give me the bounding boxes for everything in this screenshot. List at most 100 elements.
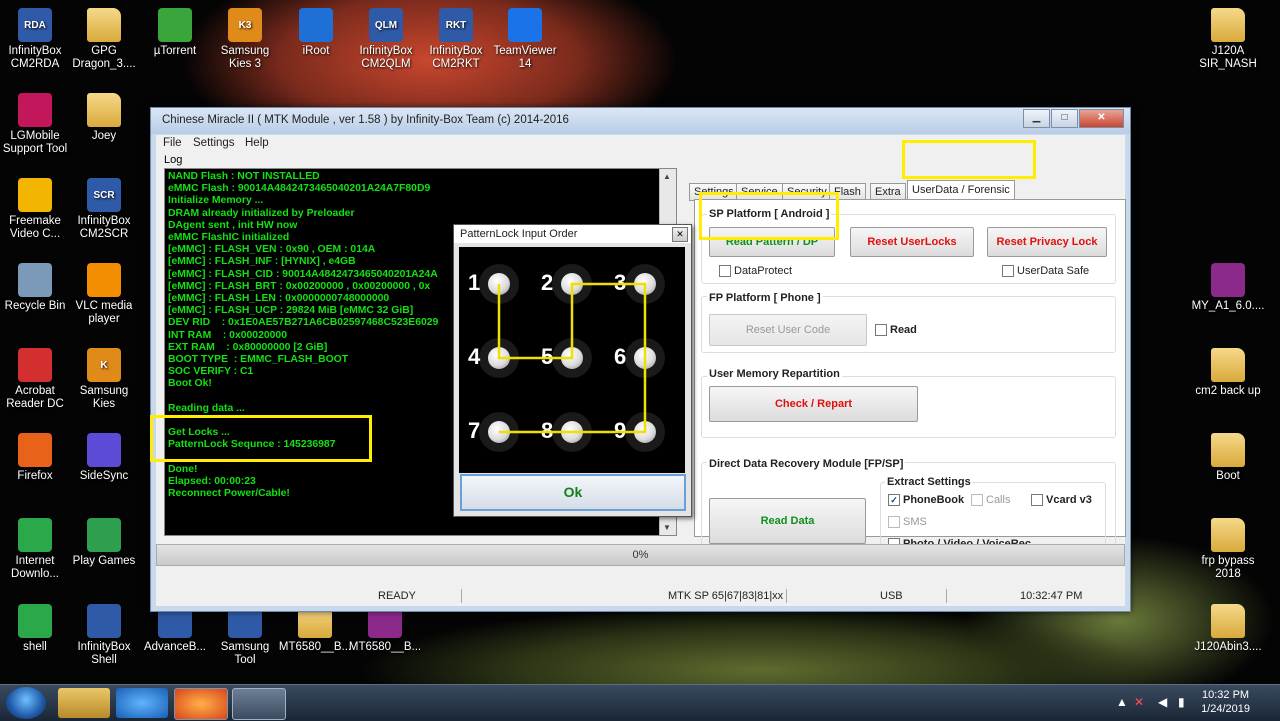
dialog-title: PatternLock Input Order bbox=[454, 225, 691, 243]
log-label: Log bbox=[164, 154, 183, 166]
desktop-icon-label: Freemake Video C... bbox=[9, 215, 61, 240]
tab-userdata-forensic[interactable]: UserData / Forensic bbox=[907, 180, 1015, 201]
desktop-icon[interactable]: shell bbox=[0, 604, 73, 654]
desktop-icon[interactable]: Play Games bbox=[66, 518, 142, 568]
scroll-down-icon[interactable]: ▼ bbox=[663, 523, 671, 532]
title-bar[interactable]: Chinese Miracle II ( MTK Module , ver 1.… bbox=[151, 108, 1130, 134]
desktop-icon[interactable]: SideSync bbox=[66, 433, 142, 483]
log-line: [eMMC] : FLASH_INF : [HYNIX] , e4GB bbox=[168, 256, 356, 268]
desktop-icon[interactable]: Samsung Tool bbox=[207, 604, 283, 667]
vcard-checkbox[interactable]: Vcard v3 bbox=[1031, 494, 1092, 506]
desktop-icon-label: Acrobat Reader DC bbox=[6, 385, 64, 410]
dataprotect-label: DataProtect bbox=[734, 265, 793, 277]
desktop-icon[interactable]: frp bypass 2018 bbox=[1190, 518, 1266, 581]
userdata-safe-checkbox[interactable]: UserData Safe bbox=[1002, 265, 1089, 277]
desktop-icon[interactable]: µTorrent bbox=[137, 8, 213, 58]
desktop-icon[interactable]: J120A SIR_NASH bbox=[1190, 8, 1266, 71]
desktop-icon-label: Joey bbox=[91, 130, 117, 142]
check-repart-button[interactable]: Check / Repart bbox=[709, 386, 918, 422]
ok-button[interactable]: Ok bbox=[460, 474, 686, 511]
reset-userlocks-button[interactable]: Reset UserLocks bbox=[850, 227, 974, 257]
desktop-icon[interactable]: K3 Samsung Kies 3 bbox=[207, 8, 283, 71]
start-button[interactable] bbox=[6, 687, 46, 719]
desktop-icon[interactable]: MY_A1_6.0.... bbox=[1190, 263, 1266, 313]
highlight-log-result bbox=[150, 415, 372, 462]
desktop-icon[interactable]: LGMobile Support Tool bbox=[0, 93, 73, 156]
app-icon bbox=[158, 8, 192, 42]
app-icon bbox=[87, 263, 121, 297]
recovery-label: Direct Data Recovery Module [FP/SP] bbox=[707, 458, 906, 470]
desktop-icon-label: VLC media player bbox=[75, 300, 133, 325]
close-button[interactable]: ✕ bbox=[1079, 109, 1124, 128]
desktop-icon-label: J120A SIR_NASH bbox=[1199, 45, 1257, 70]
desktop-icon-label: Samsung Kies 3 bbox=[220, 45, 270, 70]
volume-icon[interactable]: ◀ bbox=[1158, 695, 1167, 709]
repartition-label: User Memory Repartition bbox=[707, 368, 842, 380]
desktop-icon[interactable]: QLM InfinityBox CM2QLM bbox=[348, 8, 424, 71]
desktop-icon-label: J120Abin3.... bbox=[1194, 641, 1262, 653]
desktop-icon[interactable]: iRoot bbox=[278, 8, 354, 58]
desktop-icon[interactable]: RDA InfinityBox CM2RDA bbox=[0, 8, 73, 71]
desktop-icon[interactable]: VLC media player bbox=[66, 263, 142, 326]
desktop-icon[interactable]: RKT InfinityBox CM2RKT bbox=[418, 8, 494, 71]
desktop-icon-label: SideSync bbox=[79, 470, 129, 482]
desktop-icon[interactable]: TeamViewer 14 bbox=[487, 8, 563, 71]
desktop-icon[interactable]: SCR InfinityBox CM2SCR bbox=[66, 178, 142, 241]
desktop-icon[interactable]: InfinityBox Shell bbox=[66, 604, 142, 667]
userdata-panel: SP Platform [ Android ] Read Pattern / D… bbox=[694, 199, 1126, 560]
desktop-icon-label: frp bypass 2018 bbox=[1201, 555, 1255, 580]
desktop-icon[interactable]: J120Abin3.... bbox=[1190, 604, 1266, 654]
log-line: INT RAM : 0x00020000 bbox=[168, 329, 287, 341]
dataprotect-checkbox[interactable]: DataProtect bbox=[719, 265, 792, 277]
app-icon bbox=[18, 263, 52, 297]
menu-file[interactable]: File bbox=[163, 137, 182, 149]
desktop-icon[interactable]: GPG Dragon_3.... bbox=[66, 8, 142, 71]
desktop-icon[interactable]: cm2 back up bbox=[1190, 348, 1266, 398]
sms-checkbox[interactable]: SMS bbox=[888, 516, 927, 528]
read-data-button[interactable]: Read Data bbox=[709, 498, 866, 544]
highlight-read-pattern bbox=[699, 192, 839, 240]
network-warning-icon[interactable]: ✕ bbox=[1134, 695, 1144, 709]
desktop-icon-label: Samsung Kies bbox=[79, 385, 129, 410]
desktop-icon[interactable]: Recycle Bin bbox=[0, 263, 73, 313]
desktop-icon-label: Recycle Bin bbox=[4, 300, 66, 312]
taskbar-clock[interactable]: 10:32 PM 1/24/2019 bbox=[1201, 688, 1250, 716]
calls-label: Calls bbox=[986, 494, 1011, 506]
menu-help[interactable]: Help bbox=[245, 137, 269, 149]
desktop-icon[interactable]: Firefox bbox=[0, 433, 73, 483]
desktop-icon[interactable]: Boot bbox=[1190, 433, 1266, 483]
read-checkbox[interactable]: Read bbox=[875, 324, 917, 336]
status-chip: MTK SP 65|67|83|81|xx bbox=[668, 590, 784, 602]
minimize-button[interactable]: ▁ bbox=[1023, 109, 1050, 128]
tray-arrow-icon[interactable]: ▲ bbox=[1116, 695, 1128, 709]
antivirus-icon[interactable]: ▮ bbox=[1178, 695, 1185, 709]
log-line: Done! bbox=[168, 463, 198, 475]
desktop-icon[interactable]: Joey bbox=[66, 93, 142, 143]
desktop-icon[interactable]: Freemake Video C... bbox=[0, 178, 73, 241]
desktop-icon[interactable]: Internet Downlo... bbox=[0, 518, 73, 581]
pattern-svg bbox=[497, 282, 647, 434]
desktop-icon[interactable]: K Samsung Kies bbox=[66, 348, 142, 411]
vcard-label: Vcard v3 bbox=[1046, 494, 1092, 506]
app-icon bbox=[1211, 348, 1245, 382]
reset-privacy-lock-button[interactable]: Reset Privacy Lock bbox=[987, 227, 1107, 257]
log-line: DAgent sent , init HW now bbox=[168, 219, 298, 231]
dialog-close-button[interactable]: ✕ bbox=[672, 227, 688, 242]
phonebook-label: PhoneBook bbox=[903, 494, 965, 506]
maximize-button[interactable]: □ bbox=[1051, 109, 1078, 128]
sms-label: SMS bbox=[903, 516, 927, 528]
mtk-taskbar-icon[interactable] bbox=[232, 688, 286, 720]
desktop-icon-label: GPG Dragon_3.... bbox=[72, 45, 136, 70]
scroll-up-icon[interactable]: ▲ bbox=[663, 172, 671, 181]
status-port: USB bbox=[880, 590, 903, 602]
explorer-icon[interactable] bbox=[58, 688, 110, 718]
menu-settings[interactable]: Settings bbox=[193, 137, 235, 149]
calls-checkbox[interactable]: Calls bbox=[971, 494, 1010, 506]
phonebook-checkbox[interactable]: ✓ PhoneBook bbox=[888, 494, 964, 506]
app-icon bbox=[87, 433, 121, 467]
desktop-icon[interactable]: Acrobat Reader DC bbox=[0, 348, 73, 411]
firefox-taskbar-icon[interactable] bbox=[174, 688, 228, 720]
reset-user-code-button[interactable]: Reset User Code bbox=[709, 314, 867, 346]
pattern-grid: 123456789 bbox=[459, 247, 685, 473]
ie-icon[interactable] bbox=[116, 688, 168, 718]
